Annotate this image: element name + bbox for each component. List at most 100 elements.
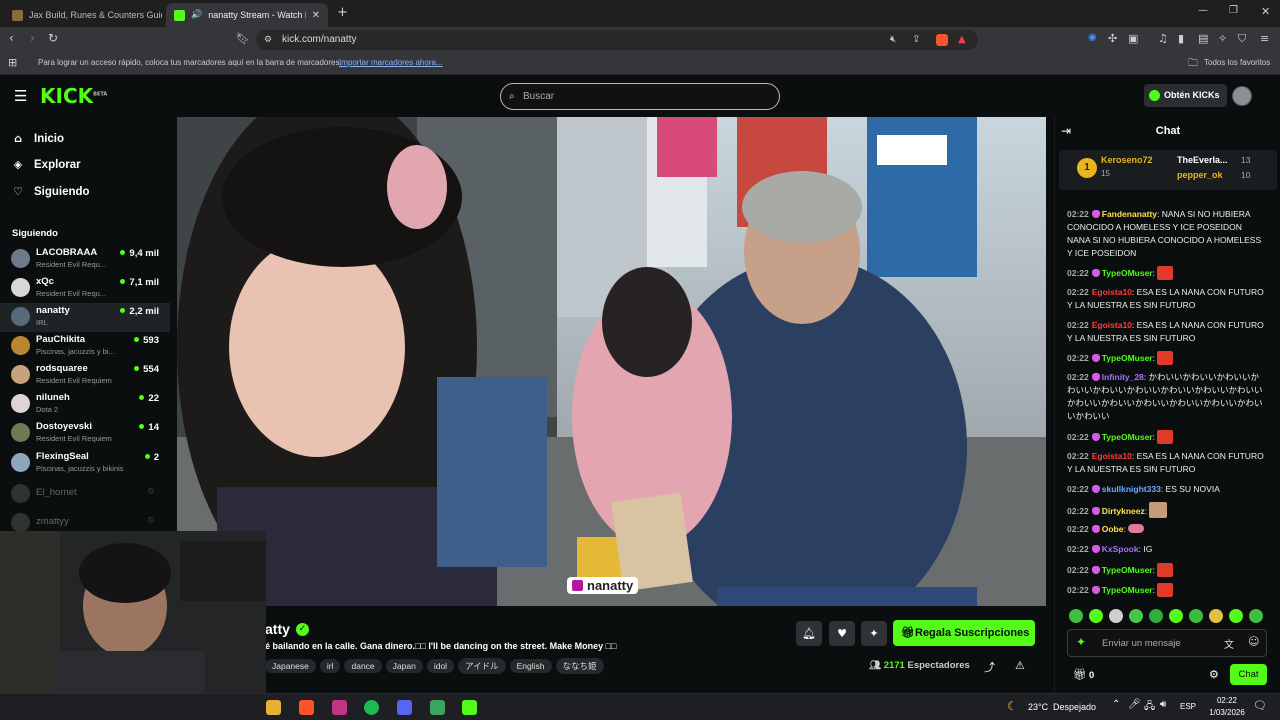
nav-explorar[interactable]: ◈ Explorar <box>12 158 81 171</box>
chat-send-button[interactable]: Chat <box>1230 664 1267 685</box>
media-icon[interactable]: ♫ <box>1158 32 1168 45</box>
network-icon[interactable]: 🖧 <box>1144 699 1155 716</box>
brave-shield-icon[interactable] <box>936 34 948 46</box>
back-icon[interactable]: ‹ <box>9 31 14 45</box>
user-avatar[interactable] <box>1232 86 1252 106</box>
screenshot-icon[interactable]: ▣ <box>1128 32 1138 45</box>
tray-chevron-icon[interactable]: ⌃ <box>1112 699 1120 710</box>
share-icon[interactable]: ⤴ <box>984 659 995 675</box>
followed-channel[interactable]: rodsquaree Resident Evil Requiem 554 <box>0 361 170 390</box>
emote-icon[interactable] <box>1169 609 1183 623</box>
message-user[interactable]: TypeOMuser <box>1102 353 1153 363</box>
leo-ai-icon[interactable]: ✧ <box>1218 32 1227 45</box>
kicks-button[interactable]: ✦ <box>861 621 887 646</box>
apps-grid-icon[interactable]: ⊞ <box>8 56 17 69</box>
menu-icon[interactable]: ≡ <box>1260 32 1269 45</box>
chat-message-input[interactable]: ✦ Enviar un mensaje 文 ☺ <box>1067 629 1267 657</box>
followed-channel[interactable]: nanatty IRL 2,2 mil <box>0 303 170 332</box>
offline-channel[interactable]: El_hornet ⦸ <box>0 480 170 509</box>
gift-subs-button[interactable]: 🎁︎ Regala Suscripciones <box>893 620 1035 646</box>
emote-icon[interactable] <box>1189 609 1203 623</box>
rewards-icon[interactable]: ▲ <box>958 30 966 50</box>
file-explorer-icon[interactable] <box>266 700 281 715</box>
close-tab-icon[interactable]: ✕ <box>312 10 320 21</box>
emote-icon[interactable] <box>1109 609 1123 623</box>
emote-icon[interactable] <box>1249 609 1263 623</box>
sidebar-toggle-icon[interactable]: ▮ <box>1178 32 1184 45</box>
message-user[interactable]: Infinity_28 <box>1102 372 1144 382</box>
spotify-icon[interactable] <box>364 700 379 715</box>
followed-channel[interactable]: PauChikita Piscinas, jacuzzis y bi... 59… <box>0 332 170 361</box>
clock-date[interactable]: 1/03/2026 <box>1202 708 1252 717</box>
site-settings-icon[interactable]: ⚙︎ <box>264 30 272 50</box>
message-user[interactable]: Egoista10 <box>1092 320 1132 330</box>
followed-channel[interactable]: niluneh Dota 2 22 <box>0 390 170 419</box>
tab-nanatty[interactable]: 🔊 nanatty Stream - Watch Live o ✕ <box>166 3 328 27</box>
volume-icon[interactable]: 🔊︎ <box>1160 699 1166 710</box>
tag-chip[interactable]: アイドル <box>458 658 506 674</box>
emote-icon[interactable] <box>1149 609 1163 623</box>
import-bookmarks-link[interactable]: Importar marcadores ahora... <box>339 58 443 67</box>
get-kicks-button[interactable]: Obtén KICKs <box>1144 84 1227 107</box>
all-favorites-link[interactable]: Todos los favoritos <box>1204 58 1270 67</box>
follow-button[interactable]: ♥ <box>829 621 855 646</box>
tag-chip[interactable]: English <box>509 659 552 673</box>
kick-logo[interactable]: KICKBETA <box>40 84 107 108</box>
notifications-button[interactable]: 🔔︎ <box>796 621 822 646</box>
tag-chip[interactable]: dance <box>344 659 382 673</box>
puzzle-icon[interactable]: ✣ <box>1108 32 1117 45</box>
emote-icon[interactable] <box>1069 609 1083 623</box>
message-user[interactable]: Dirtykneez <box>1102 506 1145 516</box>
followed-channel[interactable]: FlexingSeal Piscinas, jacuzzis y bikinis… <box>0 449 170 478</box>
settings-gear-icon[interactable]: ⚙ <box>1209 668 1219 681</box>
message-user[interactable]: TypeOMuser <box>1102 565 1153 575</box>
weather-text[interactable]: Despejado <box>1053 702 1096 712</box>
streamer-name[interactable]: atty <box>265 621 290 637</box>
nav-siguiendo[interactable]: ♡ Siguiendo <box>12 185 90 198</box>
kick-app-icon[interactable] <box>462 700 477 715</box>
message-user[interactable]: Egoista10 <box>1092 287 1132 297</box>
share-icon[interactable]: ⇪ <box>912 30 920 50</box>
emoji-icon[interactable]: ☺ <box>1248 635 1259 648</box>
message-user[interactable]: TypeOMuser <box>1102 268 1153 278</box>
nav-inicio[interactable]: ⌂ Inicio <box>12 132 64 145</box>
gift-icon[interactable]: 🎁︎ <box>1073 668 1087 681</box>
tab-jax-guide[interactable]: Jax Build, Runes & Counters Guide fo <box>4 3 162 27</box>
hamburger-menu-icon[interactable]: ☰ <box>14 87 27 105</box>
tag-chip[interactable]: idol <box>426 659 455 673</box>
instagram-icon[interactable] <box>332 700 347 715</box>
address-input[interactable]: ⚙︎ kick.com/nanatty 🔇︎ ⇪ ▲ <box>256 30 978 50</box>
message-user[interactable]: KxSpook <box>1102 544 1139 554</box>
message-user[interactable]: Fandenanatty <box>1102 209 1157 219</box>
close-window-icon[interactable]: ✕ <box>1261 5 1270 18</box>
language-indicator[interactable]: ESP <box>1180 702 1196 711</box>
message-user[interactable]: Oobe <box>1102 524 1124 534</box>
notifications-icon[interactable]: 🗨︎ <box>1253 699 1267 712</box>
new-tab-icon[interactable]: + <box>337 5 348 20</box>
search-input[interactable]: ⌕ Buscar <box>500 83 780 110</box>
discord-icon[interactable] <box>397 700 412 715</box>
mute-icon[interactable]: 🔇︎ <box>890 30 896 50</box>
message-user[interactable]: TypeOMuser <box>1102 432 1153 442</box>
brave-browser-icon[interactable] <box>299 700 314 715</box>
message-user[interactable]: Egoista10 <box>1092 451 1132 461</box>
message-user[interactable]: TypeOMuser <box>1102 585 1153 595</box>
emote-icon[interactable] <box>1129 609 1143 623</box>
forward-icon[interactable]: › <box>30 31 35 45</box>
tag-chip[interactable]: ななち姫 <box>555 658 604 674</box>
wallet-icon[interactable]: ▤ <box>1198 32 1208 45</box>
minimize-icon[interactable]: — <box>1198 5 1208 16</box>
bookmark-icon[interactable]: 🔖︎ <box>236 32 250 45</box>
weather-temp[interactable]: 23°C <box>1028 702 1048 712</box>
emote-icon[interactable] <box>1209 609 1223 623</box>
video-player[interactable]: nanatty <box>177 117 1046 606</box>
tag-chip[interactable]: Japan <box>385 659 423 673</box>
tag-chip[interactable]: Japanese <box>265 659 316 673</box>
extension-icon[interactable]: ◉ <box>1088 32 1097 43</box>
vpn-icon[interactable]: ⛉ <box>1238 32 1246 46</box>
tag-chip[interactable]: irl <box>319 659 341 673</box>
followed-channel[interactable]: xQc Resident Evil Requ... 7,1 mil <box>0 274 170 303</box>
translate-icon[interactable]: 文 <box>1224 636 1234 651</box>
message-user[interactable]: skullknight333 <box>1102 484 1161 494</box>
restore-icon[interactable]: ❐ <box>1229 5 1238 16</box>
